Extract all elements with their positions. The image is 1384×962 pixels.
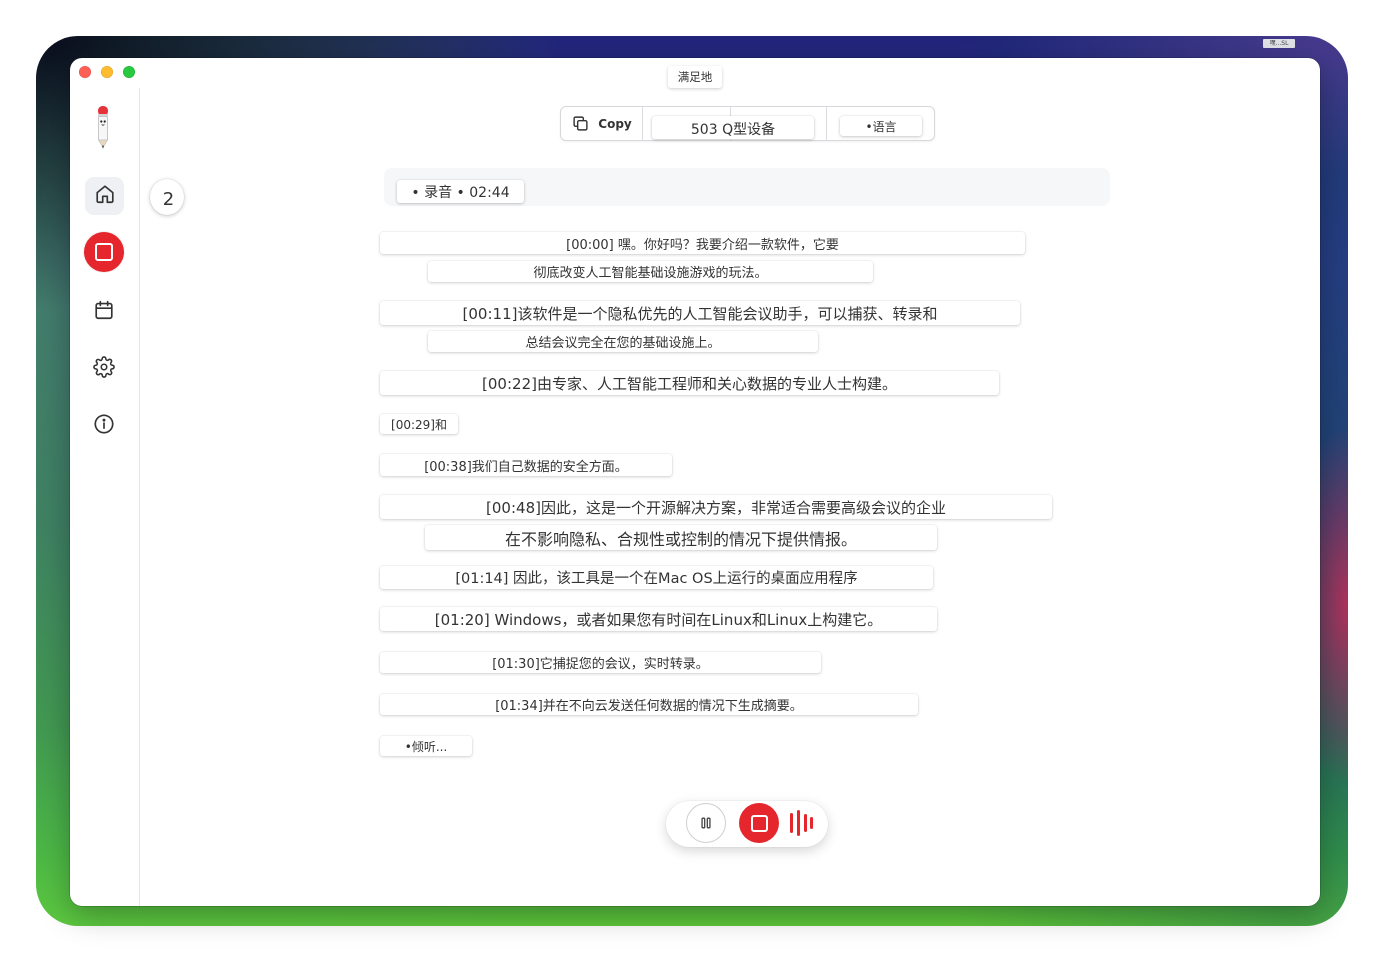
device-select[interactable]: 503 Q型设备 <box>652 116 814 139</box>
sidebar-item-home[interactable] <box>85 177 124 215</box>
transcript-line: 彻底改变人工智能基础设施游戏的玩法。 <box>428 261 873 282</box>
pause-button[interactable] <box>686 803 726 843</box>
stop-icon <box>750 814 768 832</box>
copy-label: Copy <box>598 116 632 131</box>
zoom-window-button[interactable] <box>123 66 135 78</box>
stop-button[interactable] <box>739 803 779 843</box>
transcript-line: [00:48]因此，这是一个开源解决方案，非常适合需要高级会议的企业 <box>380 495 1052 519</box>
transcript-line: [01:20] Windows，或者如果您有时间在Linux和Linux上构建它… <box>380 607 937 631</box>
stop-recording-icon <box>95 243 113 261</box>
listening-indicator: •倾听... <box>380 736 472 756</box>
transcript-line: [00:38]我们自己数据的安全方面。 <box>380 454 672 476</box>
transcript-line: [01:30]它捕捉您的会议，实时转录。 <box>380 652 821 673</box>
transcript-line: 总结会议完全在您的基础设施上。 <box>428 331 818 352</box>
language-select[interactable]: •语言 <box>840 116 922 136</box>
copy-icon <box>572 115 589 132</box>
transcript-line: [01:34]并在不向云发送任何数据的情况下生成摘要。 <box>380 694 918 715</box>
sidebar-divider <box>139 88 140 906</box>
transcript-line: [01:14] 因此，该工具是一个在Mac OS上运行的桌面应用程序 <box>380 566 933 589</box>
info-icon <box>93 414 115 439</box>
pencil-mascot-icon <box>95 104 111 150</box>
transcript-line: [00:29]和 <box>380 414 458 434</box>
transcript-line: [00:00] 嘿。你好吗？我要介绍一款软件，它要 <box>380 232 1025 254</box>
close-window-button[interactable] <box>79 66 91 78</box>
home-icon <box>94 183 116 209</box>
transcript-line: [00:22]由专家、人工智能工程师和关心数据的专业人士构建。 <box>380 371 999 395</box>
pause-icon <box>699 816 713 830</box>
minimize-window-button[interactable] <box>101 66 113 78</box>
recording-status: • 录音 • 02:44 <box>397 180 524 203</box>
calendar-icon <box>93 300 115 325</box>
sidebar-item-calendar[interactable] <box>93 299 115 321</box>
sidebar-item-record[interactable] <box>84 232 124 272</box>
menu-bar-badge: 嘿...SL <box>1263 39 1295 48</box>
toolbar-divider <box>642 107 643 140</box>
sidebar-item-settings[interactable] <box>93 356 115 378</box>
transcript-line: 在不影响隐私、合规性或控制的情况下提供情报。 <box>425 525 937 550</box>
waveform-icon[interactable] <box>788 809 814 837</box>
gear-icon <box>93 356 115 382</box>
transcript-line: [00:11]该软件是一个隐私优先的人工智能会议助手，可以捕获、转录和 <box>380 301 1020 325</box>
toolbar-divider <box>826 107 827 140</box>
copy-button[interactable]: Copy <box>561 107 643 140</box>
notification-badge[interactable]: 2 <box>150 179 184 215</box>
window-title-tooltip: 满足地 <box>668 66 722 88</box>
sidebar-item-info[interactable] <box>93 413 115 435</box>
